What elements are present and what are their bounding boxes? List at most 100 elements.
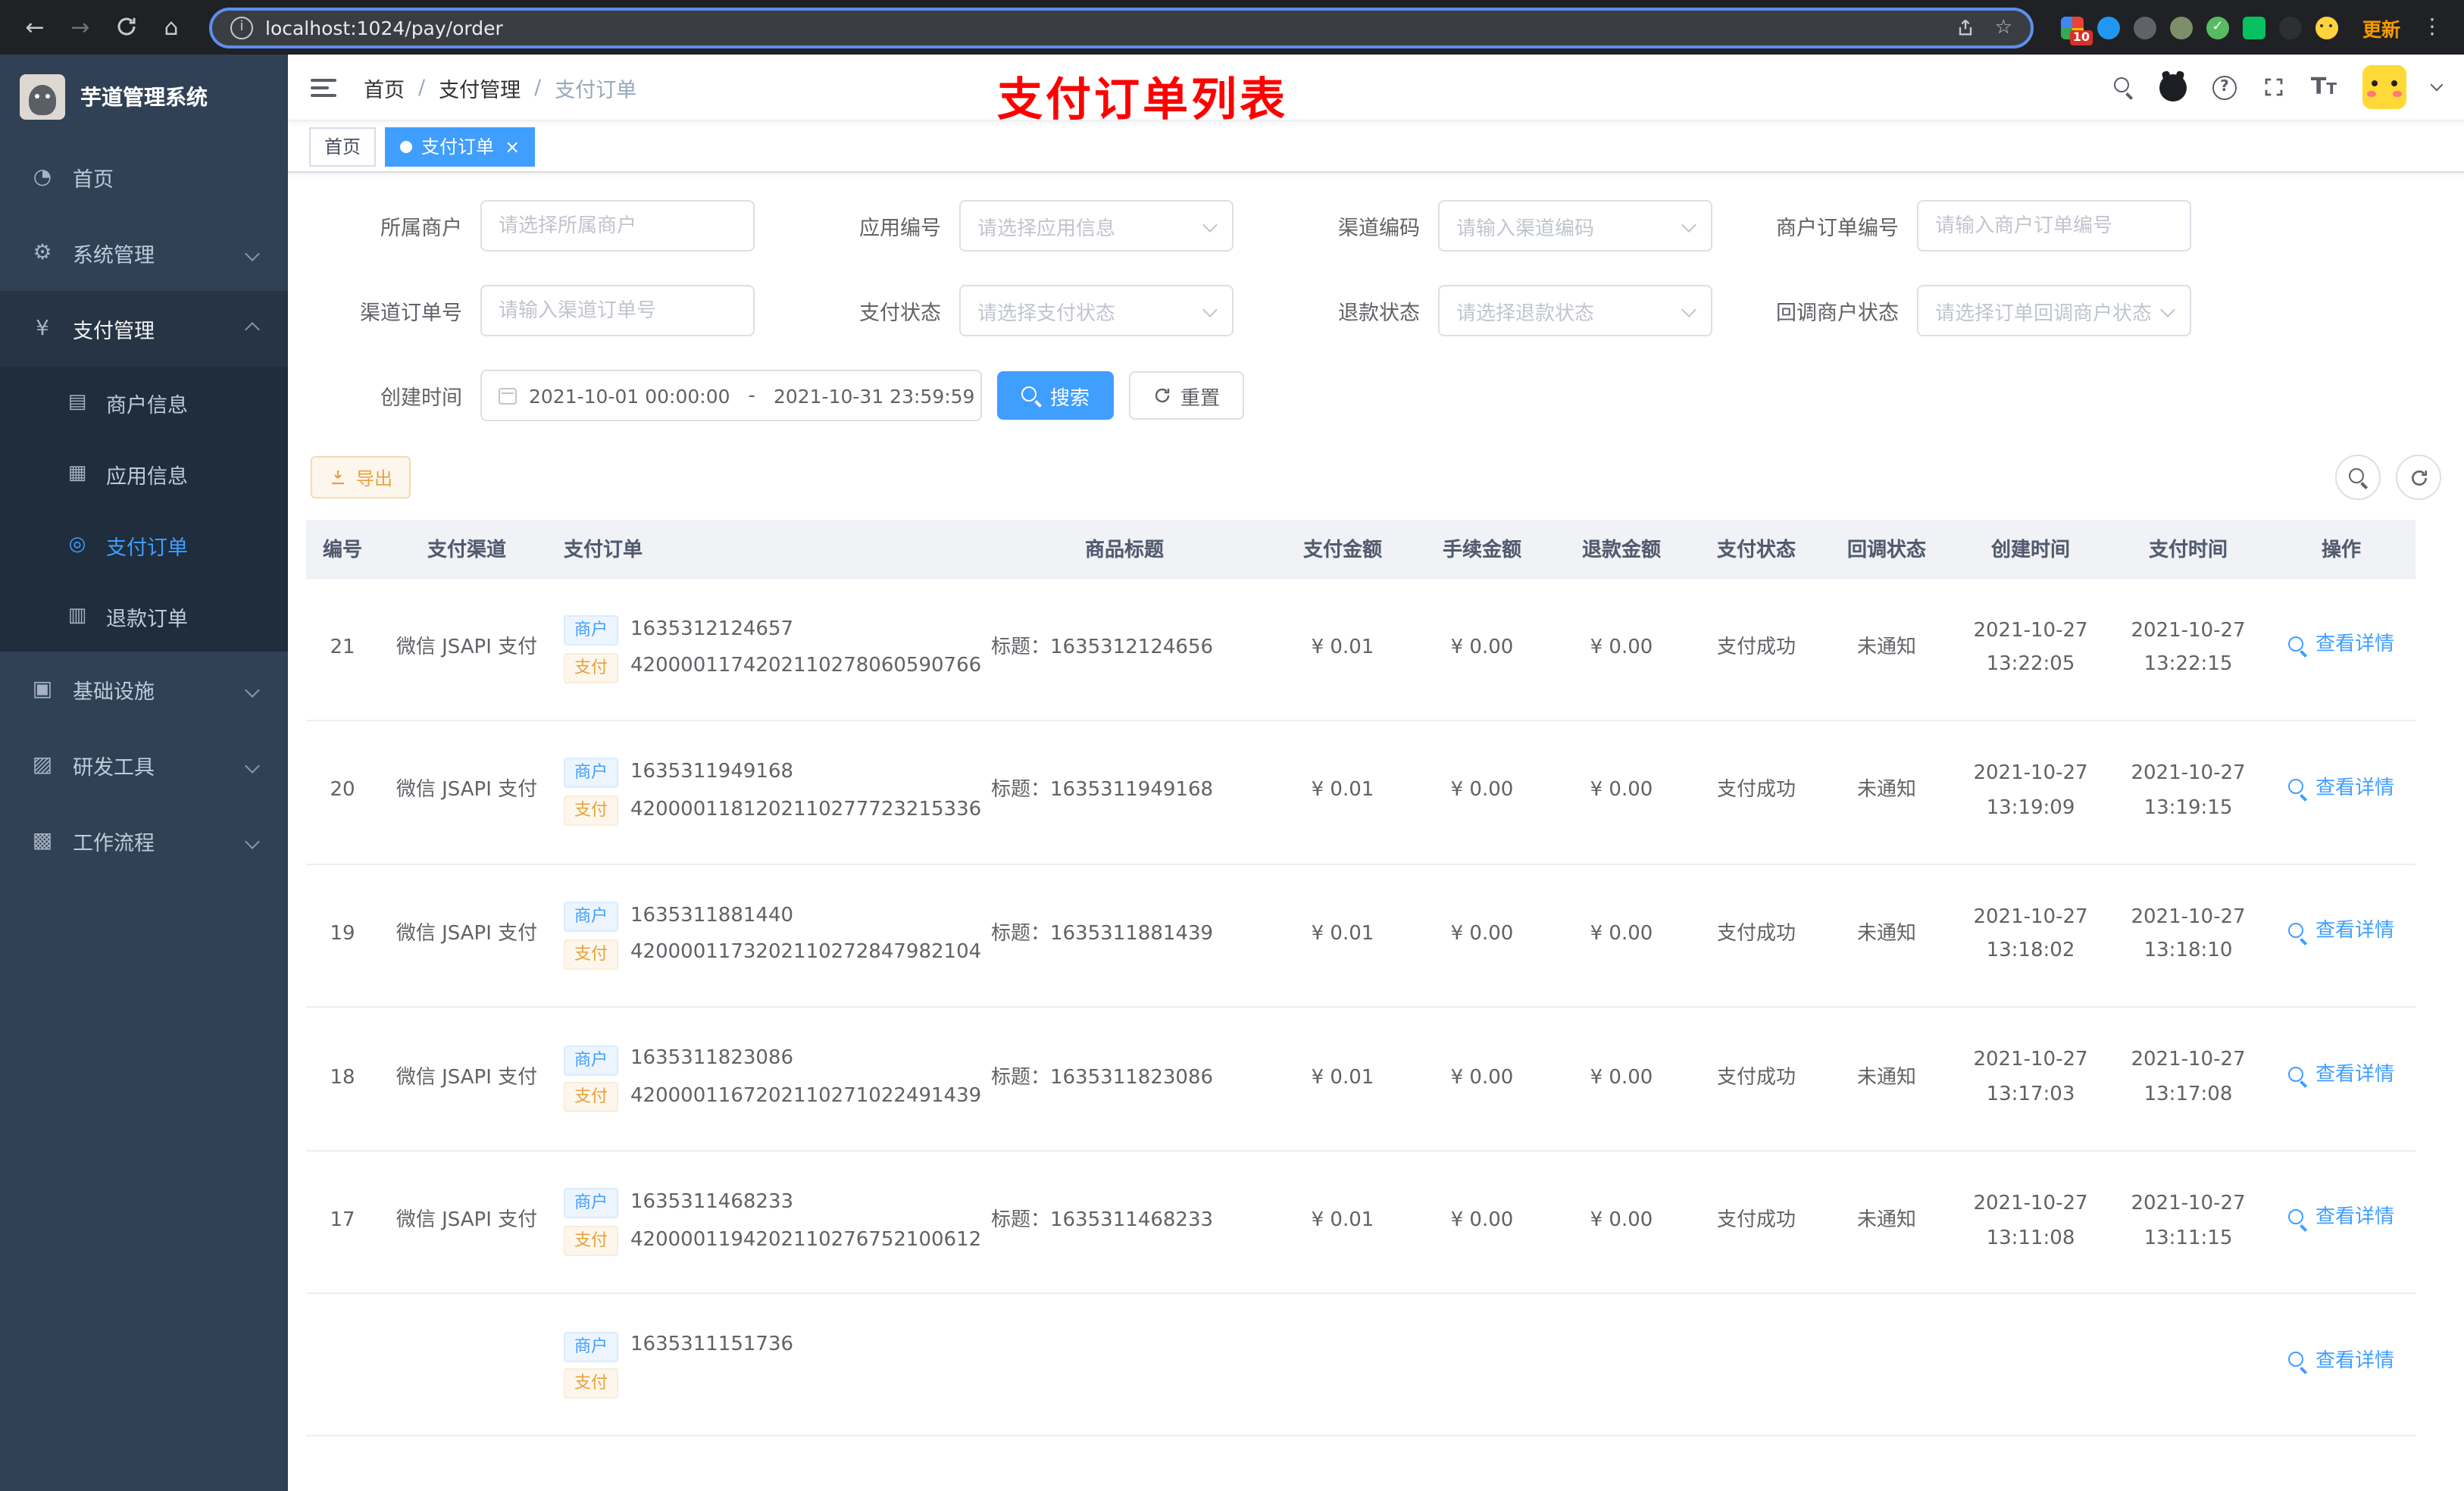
- tags-view-bar: 首页 支付订单 ×: [288, 121, 2464, 173]
- chrome-update-button[interactable]: 更新: [2353, 13, 2409, 42]
- order-id: [306, 1293, 379, 1437]
- home-icon[interactable]: ⌂: [152, 8, 191, 47]
- view-detail-link[interactable]: 查看详情: [2287, 1204, 2394, 1236]
- sidebar-item-infra[interactable]: ▣ 基础设施: [0, 652, 288, 727]
- callback-status: 未通知: [1821, 577, 1952, 722]
- date-range-picker[interactable]: 2021-10-01 00:00:00 - 2021-10-31 23:59:5…: [480, 370, 982, 421]
- tab-pay-order[interactable]: 支付订单 ×: [385, 127, 536, 166]
- orders-table: 编号 支付渠道 支付订单 商品标题 支付金额 手续金额 退款金额 支付状态 回调状态 创建时间 支付…: [306, 520, 2446, 1437]
- url-text[interactable]: localhost:1024/pay/order: [265, 16, 503, 39]
- close-icon[interactable]: ×: [505, 136, 520, 157]
- search-icon: [2287, 779, 2308, 799]
- merchant-input[interactable]: [480, 200, 755, 252]
- callback-status-select[interactable]: 请选择订单回调商户状态: [1917, 285, 2191, 336]
- sidebar-item-dev-tools[interactable]: ▨ 研发工具: [0, 727, 288, 803]
- breadcrumb-home[interactable]: 首页: [364, 72, 405, 102]
- extension-badge: 10: [2069, 30, 2093, 45]
- refresh-icon-button[interactable]: [2396, 455, 2441, 500]
- back-icon[interactable]: ←: [15, 8, 55, 47]
- site-info-icon[interactable]: i: [230, 16, 253, 39]
- extension-icon[interactable]: [2169, 16, 2193, 39]
- callback-status: 未通知: [1821, 864, 1952, 1008]
- refund-status-select[interactable]: 请选择退款状态: [1438, 285, 1712, 336]
- column-header: 支付渠道: [379, 520, 555, 578]
- product-title: 标题：1635312124656: [976, 577, 1273, 722]
- help-icon[interactable]: ?: [2212, 75, 2237, 99]
- search-button[interactable]: 搜索: [997, 371, 1115, 420]
- hamburger-icon[interactable]: [311, 73, 336, 101]
- forward-icon[interactable]: →: [61, 8, 100, 47]
- browser-menu-icon[interactable]: ⋮: [2416, 15, 2449, 39]
- export-button[interactable]: 导出: [311, 456, 411, 499]
- view-detail-link[interactable]: 查看详情: [2287, 917, 2394, 949]
- profile-avatar-icon[interactable]: [2315, 16, 2338, 39]
- sidebar-item-app-info[interactable]: ▦ 应用信息: [0, 438, 288, 509]
- sidebar-item-payment[interactable]: ¥ 支付管理: [0, 291, 288, 367]
- pay-status: [1691, 1293, 1821, 1437]
- pay-time: 2021-10-27 13:18:10: [2109, 864, 2267, 1008]
- channel-order-no-input[interactable]: [480, 285, 755, 336]
- table-row: 17 微信 JSAPI 支付 商户 1635311468233 支付 42000…: [306, 1150, 2416, 1295]
- bookmark-star-icon[interactable]: ☆: [1995, 16, 2012, 39]
- extension-icon[interactable]: [2133, 16, 2156, 39]
- merchant-input-field[interactable]: [499, 214, 736, 237]
- fullscreen-icon[interactable]: [2262, 76, 2285, 98]
- pay-tag: 支付: [564, 652, 618, 683]
- sidebar-item-system[interactable]: ⚙ 系统管理: [0, 215, 288, 291]
- view-detail-link[interactable]: 查看详情: [2287, 1060, 2394, 1092]
- app-id-select[interactable]: 请选择应用信息: [959, 200, 1234, 252]
- view-detail-link[interactable]: 查看详情: [2287, 774, 2394, 805]
- channel-code-select[interactable]: 请输入渠道编码: [1438, 200, 1712, 252]
- table-row: 21 微信 JSAPI 支付 商户 1635312124657 支付 42000…: [306, 577, 2416, 722]
- date-end[interactable]: 2021-10-31 23:59:59: [774, 384, 975, 407]
- filter-app-id: 应用编号 请选择应用信息: [790, 200, 1268, 252]
- font-size-icon[interactable]: TT: [2311, 75, 2337, 98]
- github-icon[interactable]: [2159, 73, 2187, 101]
- breadcrumb-payment[interactable]: 支付管理: [439, 72, 521, 102]
- browser-toolbar: ← → ⌂ i localhost:1024/pay/order ☆ 10 ✓: [0, 0, 2464, 55]
- reload-icon[interactable]: [106, 8, 145, 47]
- chevron-down-icon[interactable]: [2430, 78, 2444, 92]
- extension-icon[interactable]: [2097, 16, 2120, 39]
- create-time: 2021-10-27 13:22:05: [1952, 577, 2109, 722]
- search-icon[interactable]: [2113, 77, 2134, 97]
- channel-order-no-field[interactable]: [499, 299, 736, 322]
- sidebar-item-home[interactable]: ◔ 首页: [0, 139, 288, 215]
- search-icon: [2287, 1352, 2308, 1372]
- date-start[interactable]: 2021-10-01 00:00:00: [529, 384, 730, 407]
- reset-button[interactable]: 重置: [1129, 371, 1245, 420]
- filter-merchant: 所属商户: [311, 200, 790, 252]
- fee-amount: ¥ 0.00: [1412, 864, 1552, 1008]
- filter-buttons: 搜索 重置: [997, 370, 1245, 421]
- pay-channel: 微信 JSAPI 支付: [379, 1150, 555, 1295]
- extension-icon[interactable]: 10: [2060, 16, 2093, 45]
- sidebar-item-refund-order[interactable]: ▥ 退款订单: [0, 580, 288, 652]
- sidebar-item-pay-order[interactable]: ◎ 支付订单: [0, 509, 288, 580]
- refund-amount: ¥ 0.00: [1552, 864, 1691, 1008]
- merchant-tag: 商户: [564, 614, 618, 645]
- share-icon[interactable]: [1956, 16, 1977, 39]
- merchant-order-no-field[interactable]: [1935, 214, 2173, 237]
- merchant-tag: 商户: [564, 1045, 618, 1076]
- pay-order-no: 4200001194202110276752100612: [630, 1228, 982, 1252]
- merchant-order-no-input[interactable]: [1917, 200, 2191, 252]
- tab-home[interactable]: 首页: [309, 127, 377, 166]
- extension-icon[interactable]: ✓: [2206, 16, 2229, 39]
- sidebar-item-workflow[interactable]: ▩ 工作流程: [0, 803, 288, 879]
- search-icon: [2348, 467, 2368, 487]
- show-search-icon-button[interactable]: [2335, 455, 2381, 500]
- address-bar[interactable]: i localhost:1024/pay/order ☆: [209, 7, 2034, 48]
- extensions-area: 10 ✓: [2052, 16, 2347, 45]
- extension-icon[interactable]: [2278, 16, 2302, 39]
- app-title: 芋道管理系统: [80, 86, 208, 111]
- table-row: 19 微信 JSAPI 支付 商户 1635311881440 支付 42000…: [306, 864, 2416, 1008]
- toolbox-icon: ▨: [32, 753, 53, 777]
- extension-icon[interactable]: [2242, 16, 2265, 39]
- view-detail-link[interactable]: 查看详情: [2287, 1346, 2394, 1378]
- pay-status-select[interactable]: 请选择支付状态: [959, 285, 1234, 336]
- user-avatar[interactable]: [2362, 65, 2406, 109]
- view-detail-link[interactable]: 查看详情: [2287, 630, 2394, 662]
- chevron-down-icon: [1681, 302, 1696, 317]
- sidebar-item-merchant-info[interactable]: ▤ 商户信息: [0, 367, 288, 438]
- logo-avatar: [20, 74, 65, 120]
